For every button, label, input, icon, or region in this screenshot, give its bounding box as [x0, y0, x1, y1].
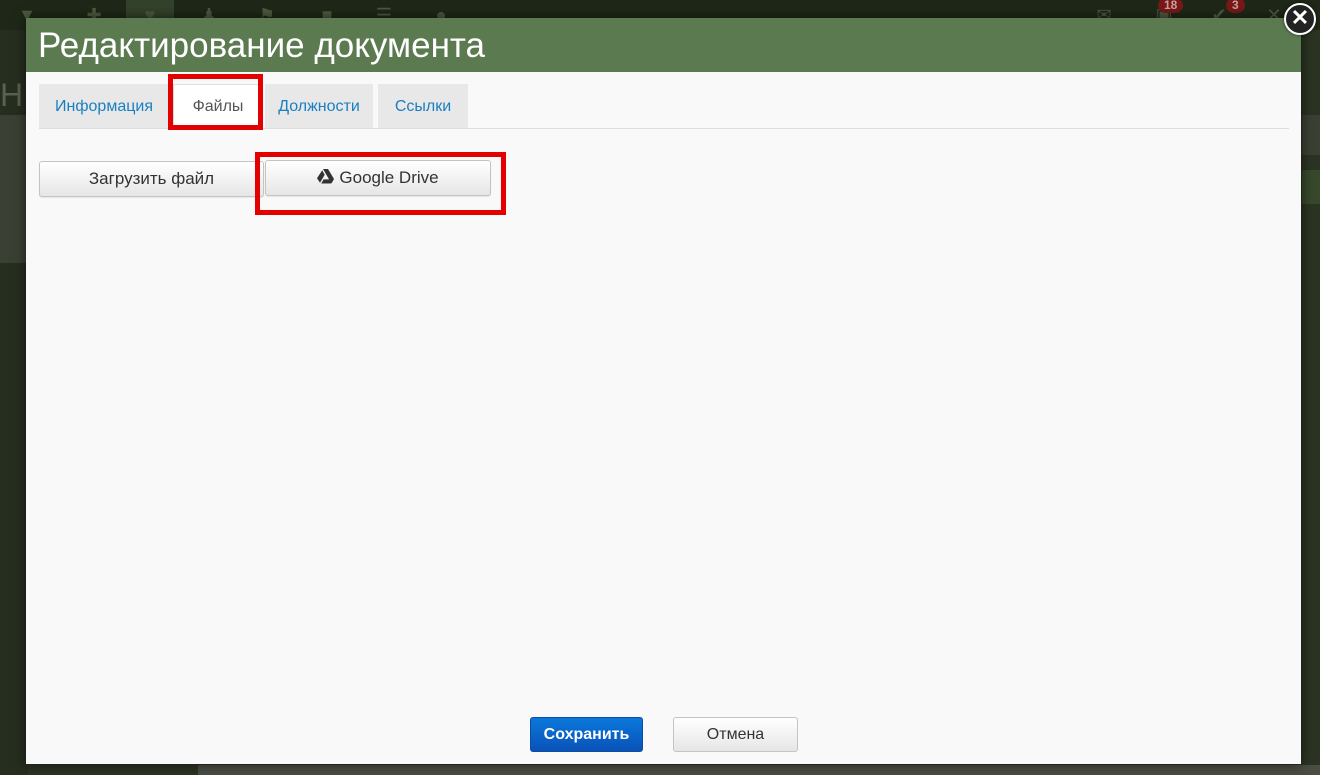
tab-positions[interactable]: Должности	[265, 84, 373, 128]
notification-badge: 3	[1226, 0, 1245, 13]
background-bottom-strip	[198, 765, 1320, 775]
background-strip	[1302, 115, 1320, 155]
notification-badge: 18	[1158, 0, 1184, 13]
google-drive-button[interactable]: Google Drive	[265, 160, 491, 196]
tab-information[interactable]: Информация	[39, 84, 169, 128]
background-strip	[0, 115, 28, 263]
background-strip	[1302, 170, 1320, 204]
google-drive-label: Google Drive	[339, 168, 439, 187]
cancel-button[interactable]: Отмена	[673, 717, 798, 752]
close-icon: ✕	[1290, 5, 1310, 30]
upload-file-button[interactable]: Загрузить файл	[39, 161, 264, 197]
modal-title: Редактирование документа	[38, 26, 486, 65]
save-button[interactable]: Сохранить	[530, 717, 643, 752]
tab-links[interactable]: Ссылки	[378, 84, 468, 128]
tab-bar: Информация Файлы Должности Ссылки	[39, 84, 1289, 129]
tab-files[interactable]: Файлы	[173, 84, 263, 129]
google-drive-icon	[317, 169, 335, 184]
edit-document-modal: Редактирование документа Информация Файл…	[26, 18, 1301, 764]
background-heading-fragment: Н	[0, 77, 24, 113]
modal-header: Редактирование документа	[26, 18, 1301, 72]
close-modal-button[interactable]: ✕	[1284, 3, 1316, 35]
